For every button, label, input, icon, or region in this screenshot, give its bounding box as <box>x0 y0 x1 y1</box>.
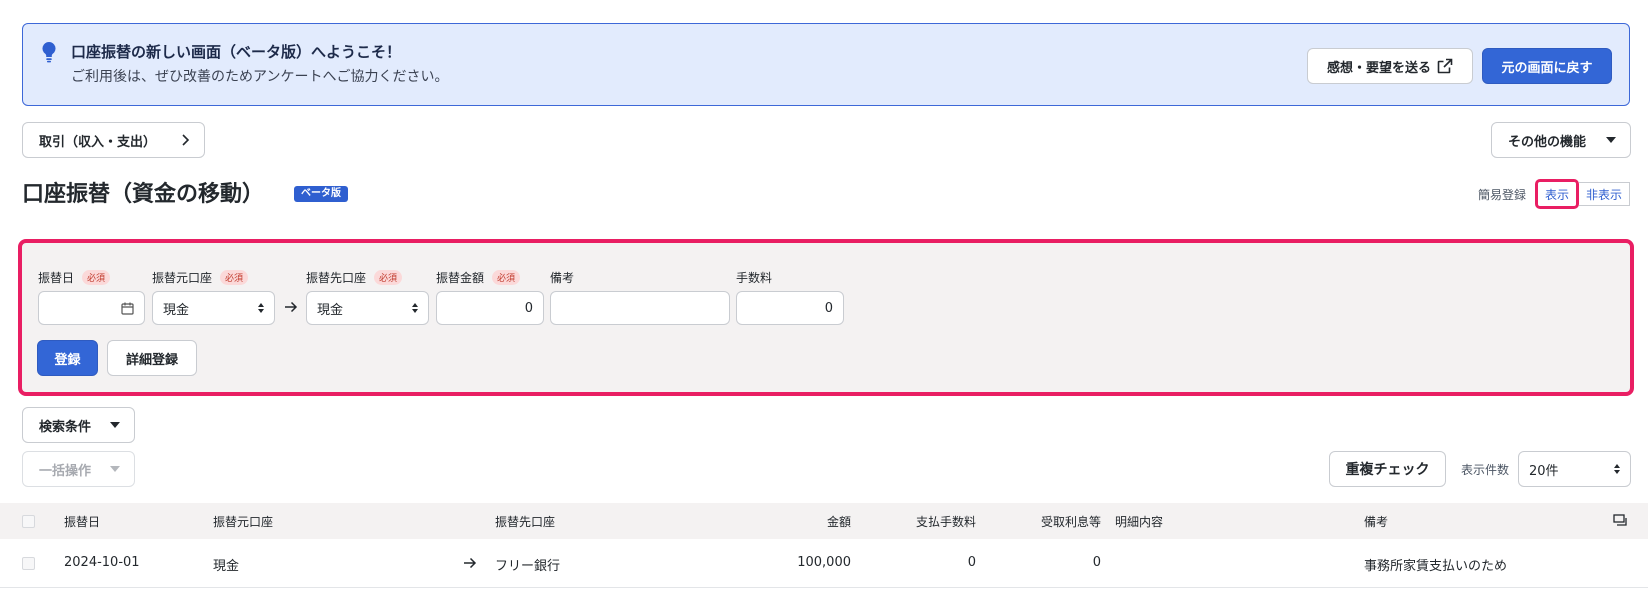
display-count-label: 表示件数 <box>1461 463 1510 477</box>
display-count-select[interactable]: 20件 <box>1518 451 1631 487</box>
required-badge: 必須 <box>220 270 249 285</box>
header-detail: 明細内容 <box>1115 515 1164 529</box>
select-arrows-icon <box>412 303 418 313</box>
row-amount: 100,000 <box>797 555 851 570</box>
bulk-actions-label: 一括操作 <box>39 463 92 479</box>
row-fee-paid: 0 <box>967 555 976 570</box>
to-account-select[interactable]: 現金 <box>306 291 429 325</box>
from-account-label: 振替元口座 必須 <box>152 269 249 286</box>
required-badge: 必須 <box>374 270 403 285</box>
select-arrows-icon <box>1614 464 1620 474</box>
from-label-text: 振替元口座 <box>152 271 213 285</box>
duplicate-check-button[interactable]: 重複チェック <box>1329 451 1446 487</box>
hide-toggle-button[interactable]: 非表示 <box>1579 182 1630 206</box>
comment-icon <box>1613 514 1627 527</box>
send-feedback-label: 感想・要望を送る <box>1326 60 1431 76</box>
date-field-label: 振替日 必須 <box>38 269 111 286</box>
fee-label-text: 手数料 <box>736 271 773 285</box>
lightbulb-icon <box>41 41 57 63</box>
table-row[interactable]: 2024-10-01 現金 フリー銀行 100,000 0 0 事務所家賃支払い… <box>0 540 1648 588</box>
quick-entry-form: 振替日 必須 振替元口座 必須 現金 振替先口座 必須 現金 振替金額 必須 0… <box>18 239 1634 396</box>
row-checkbox[interactable] <box>22 557 35 570</box>
select-all-checkbox[interactable] <box>22 515 35 528</box>
banner-title: 口座振替の新しい画面（ベータ版）へようこそ！ <box>71 43 402 61</box>
page-title: 口座振替（資金の移動） <box>22 182 265 207</box>
breadcrumb-label: 取引（収入・支出） <box>39 134 157 150</box>
search-conditions-dropdown[interactable]: 検索条件 <box>22 407 135 443</box>
bulk-actions-dropdown[interactable]: 一括操作 <box>22 451 135 487</box>
memo-input[interactable] <box>550 291 730 325</box>
to-account-value: 現金 <box>317 302 344 318</box>
revert-to-old-screen-button[interactable]: 元の画面に戻す <box>1482 48 1612 84</box>
required-badge: 必須 <box>82 270 111 285</box>
send-feedback-button[interactable]: 感想・要望を送る <box>1307 48 1473 84</box>
beta-badge: ベータ版 <box>294 186 348 202</box>
row-date: 2024-10-01 <box>64 555 140 570</box>
display-count-value: 20件 <box>1529 463 1559 479</box>
required-badge: 必須 <box>492 270 521 285</box>
caret-down-icon <box>110 422 120 428</box>
caret-down-icon <box>1606 137 1616 143</box>
memo-label: 備考 <box>550 269 574 286</box>
amount-label: 振替金額 必須 <box>436 269 521 286</box>
row-from-account: 現金 <box>213 559 240 574</box>
row-to-account: フリー銀行 <box>495 559 561 574</box>
select-arrows-icon <box>258 303 264 313</box>
detail-register-button[interactable]: 詳細登録 <box>107 340 197 376</box>
breadcrumb-transactions-button[interactable]: 取引（収入・支出） <box>22 122 205 158</box>
header-memo: 備考 <box>1364 515 1389 529</box>
from-account-select[interactable]: 現金 <box>152 291 275 325</box>
memo-label-text: 備考 <box>550 271 575 285</box>
row-interest-received: 0 <box>1092 555 1101 570</box>
beta-welcome-banner: 口座振替の新しい画面（ベータ版）へようこそ！ ご利用後は、ぜひ改善のためアンケー… <box>22 23 1630 106</box>
row-memo: 事務所家賃支払いのため <box>1364 559 1508 574</box>
chevron-right-icon <box>180 134 190 146</box>
search-conditions-label: 検索条件 <box>39 419 92 435</box>
arrow-right-icon <box>463 557 477 569</box>
header-interest-received[interactable]: 受取利息等 <box>1004 513 1101 530</box>
other-features-label: その他の機能 <box>1508 134 1587 150</box>
quick-entry-toggle: 表示 非表示 <box>1535 179 1630 209</box>
table-header: 振替日 振替元口座 振替先口座 金額 支払手数料 受取利息等 明細内容 備考 <box>0 503 1648 539</box>
register-button[interactable]: 登録 <box>37 340 98 376</box>
date-label-text: 振替日 <box>38 271 75 285</box>
amount-label-text: 振替金額 <box>436 271 485 285</box>
show-toggle-button[interactable]: 表示 <box>1535 179 1579 209</box>
other-features-dropdown[interactable]: その他の機能 <box>1491 122 1631 158</box>
to-label-text: 振替先口座 <box>306 271 367 285</box>
quick-entry-label: 簡易登録 <box>1478 188 1527 202</box>
header-to-account[interactable]: 振替先口座 <box>495 513 555 530</box>
calendar-icon <box>121 302 134 315</box>
from-account-value: 現金 <box>163 302 190 318</box>
banner-subtitle: ご利用後は、ぜひ改善のためアンケートへご協力ください。 <box>71 69 449 85</box>
header-amount[interactable]: 金額 <box>760 513 851 530</box>
amount-input[interactable]: 0 <box>436 291 544 325</box>
external-link-icon <box>1437 58 1453 74</box>
fee-label: 手数料 <box>736 269 772 286</box>
header-from-account[interactable]: 振替元口座 <box>213 513 273 530</box>
date-input[interactable] <box>38 291 145 325</box>
caret-down-icon <box>110 466 120 472</box>
header-fee-paid[interactable]: 支払手数料 <box>880 513 976 530</box>
fee-input[interactable]: 0 <box>736 291 844 325</box>
to-account-label: 振替先口座 必須 <box>306 269 403 286</box>
arrow-right-icon <box>284 301 298 313</box>
header-date[interactable]: 振替日 <box>64 513 100 530</box>
